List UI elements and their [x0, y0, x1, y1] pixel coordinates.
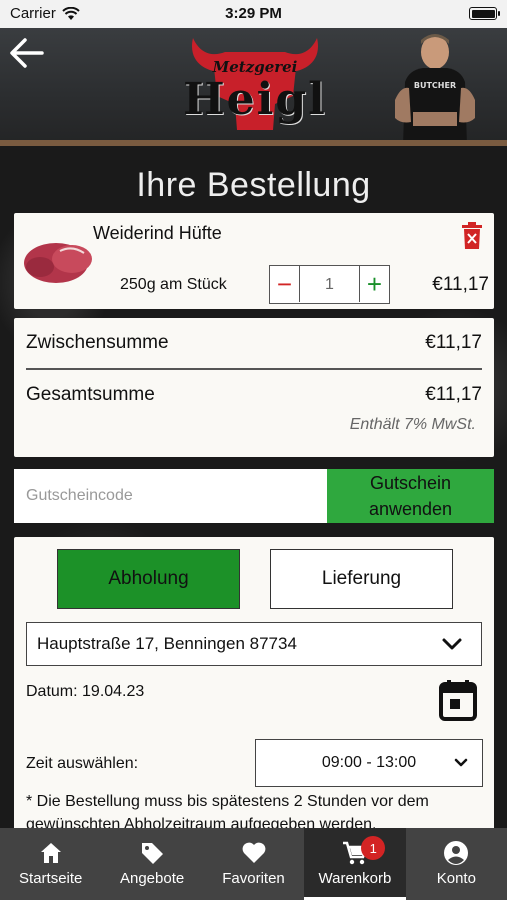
time-slot-value: 09:00 - 13:00 — [321, 754, 417, 771]
product-price: €11,17 — [432, 274, 489, 295]
butcher-photo: BUTCHER — [395, 34, 475, 146]
chevron-down-icon — [454, 758, 468, 767]
product-image — [24, 243, 92, 283]
total-label: Gesamtsumme — [26, 384, 155, 405]
time-slot-select[interactable]: 09:00 - 13:00 — [255, 739, 483, 787]
subtotal-value: €11,17 — [425, 332, 482, 353]
fulfillment-card: Abholung Lieferung Hauptstraße 17, Benni… — [14, 537, 494, 837]
cart-item-card: Weiderind Hüfte 250g am Stück − 1 + €11,… — [14, 213, 494, 309]
address-select[interactable]: Hauptstraße 17, Benningen 87734 — [26, 622, 482, 666]
voucher-row: Gutschein anwenden — [14, 469, 494, 523]
tab-label: Konto — [436, 870, 476, 887]
delivery-toggle-button[interactable]: Lieferung — [270, 549, 453, 609]
status-bar: Carrier 3:29 PM — [0, 0, 507, 28]
product-name: Weiderind Hüfte — [93, 223, 222, 243]
bottom-tab-bar: Startseite Angebote Favoriten Warenkorb … — [0, 828, 507, 900]
tab-startseite[interactable]: Startseite — [0, 828, 101, 900]
page-title: Ihre Bestellung — [136, 166, 371, 204]
time-label: Zeit auswählen: — [26, 755, 139, 772]
voucher-code-input[interactable] — [14, 469, 327, 523]
totals-card: Zwischensumme €11,17 Gesamtsumme €11,17 … — [14, 318, 494, 457]
tab-konto[interactable]: Konto — [406, 828, 507, 900]
logo-text-main: Heigl — [183, 74, 327, 125]
battery-icon — [469, 7, 500, 20]
tab-warenkorb[interactable]: Warenkorb 1 — [304, 828, 407, 900]
address-value: Hauptstraße 17, Benningen 87734 — [37, 634, 297, 653]
subtotal-label: Zwischensumme — [26, 332, 169, 353]
tag-icon — [142, 843, 164, 864]
home-icon — [40, 843, 61, 863]
account-icon — [444, 841, 469, 865]
pickup-date: Datum: 19.04.23 — [26, 683, 145, 700]
tab-label: Favoriten — [222, 870, 285, 887]
subtotal-row: Zwischensumme €11,17 — [26, 332, 482, 354]
tab-label: Angebote — [119, 870, 185, 887]
calendar-icon[interactable] — [439, 679, 477, 721]
decrease-quantity-button[interactable]: − — [270, 266, 300, 302]
total-row: Gesamtsumme €11,17 — [26, 384, 482, 406]
chevron-down-icon — [442, 638, 462, 650]
tax-note: Enthält 7% MwSt. — [349, 416, 476, 433]
product-variant: 250g am Stück — [120, 276, 227, 293]
header-divider — [0, 140, 507, 146]
tab-angebote[interactable]: Angebote — [101, 828, 202, 900]
app-header: Metzgerei Heigl BUTCHER — [0, 28, 507, 146]
totals-divider — [26, 368, 482, 370]
quantity-stepper: − 1 + — [269, 265, 390, 304]
increase-quantity-button[interactable]: + — [359, 266, 389, 302]
cart-count-badge: 1 — [361, 836, 386, 860]
tab-label: Warenkorb — [318, 870, 392, 887]
back-arrow-icon[interactable] — [8, 36, 46, 70]
apply-voucher-button[interactable]: Gutschein anwenden — [327, 469, 494, 523]
trash-icon[interactable] — [461, 222, 483, 250]
pickup-toggle-button[interactable]: Abholung — [57, 549, 240, 609]
status-time: 3:29 PM — [225, 5, 282, 22]
shirt-text: BUTCHER — [414, 81, 456, 90]
total-value: €11,17 — [425, 384, 482, 405]
tab-label: Startseite — [19, 870, 83, 887]
heart-icon — [242, 842, 265, 863]
brand-logo: Metzgerei Heigl — [165, 34, 345, 138]
quantity-value[interactable]: 1 — [300, 266, 359, 303]
tab-favoriten[interactable]: Favoriten — [203, 828, 304, 900]
